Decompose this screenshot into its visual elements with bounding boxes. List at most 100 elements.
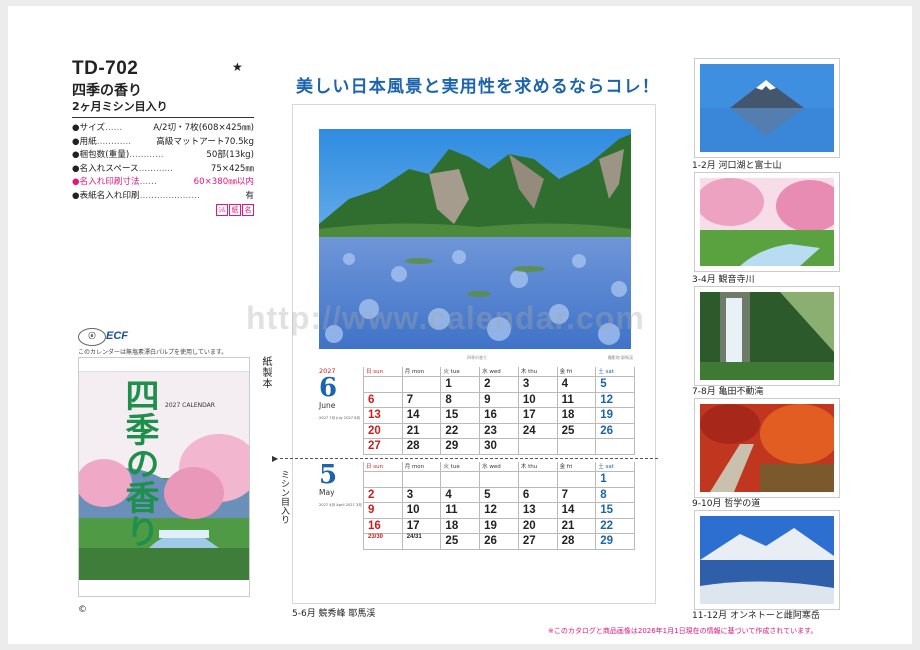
day-cell: 10 bbox=[518, 392, 558, 408]
photo-credit: 撮影地 耶馬渓 bbox=[607, 355, 633, 360]
day-cell: 7 bbox=[557, 487, 597, 503]
autumn-path-photo bbox=[700, 404, 834, 492]
day-cell: 21 bbox=[557, 518, 597, 534]
star-icon: ★ bbox=[232, 60, 243, 74]
day-cell: 9 bbox=[364, 503, 403, 519]
ecf-label: ECF bbox=[106, 330, 128, 342]
mini-calendar-text: 2027 4月 April 2027 3月 bbox=[319, 503, 362, 507]
product-title: 四季の香り bbox=[72, 83, 142, 99]
day-cell: 23 bbox=[480, 423, 519, 439]
paper-mark-icon: 紙 bbox=[229, 204, 241, 216]
day-cell: 15 bbox=[596, 503, 635, 519]
day-cell: 3 bbox=[518, 377, 558, 393]
weekday-header: 火 tue bbox=[441, 462, 481, 472]
headline: 美しい日本風景と実用性を求めるならコレ！ bbox=[296, 77, 660, 97]
day-cell: 13 bbox=[518, 503, 558, 519]
day-cell: 27 bbox=[518, 534, 558, 550]
month-photo-thumb bbox=[694, 286, 840, 386]
weekday-header: 木 thu bbox=[518, 367, 558, 377]
day-cell: 19 bbox=[596, 408, 635, 424]
thumb-caption: 11-12月 オンネトーと雌阿寒岳 bbox=[692, 611, 820, 621]
thumb-caption: 9-10月 哲学の道 bbox=[692, 499, 761, 509]
month-photo-thumb bbox=[694, 398, 840, 498]
thumb-caption: 7-8月 亀田不動滝 bbox=[692, 387, 764, 397]
weekday-header: 金 fri bbox=[557, 367, 597, 377]
day-cell bbox=[480, 472, 519, 488]
onneto-lake-photo bbox=[700, 516, 834, 604]
day-cell bbox=[557, 472, 597, 488]
arrow-right-icon: ▶ bbox=[272, 454, 279, 463]
day-cell: 1 bbox=[596, 472, 635, 488]
perforation-line bbox=[280, 458, 658, 459]
day-cell bbox=[518, 439, 558, 455]
weekday-header: 土 sat bbox=[596, 462, 635, 472]
calendar-center-label: 四季の香り bbox=[467, 355, 487, 360]
day-cell: 2 bbox=[480, 377, 519, 393]
day-cell bbox=[557, 439, 597, 455]
day-cell bbox=[441, 472, 481, 488]
day-cell bbox=[364, 377, 403, 393]
day-cell: 4 bbox=[557, 377, 597, 393]
month-english: May bbox=[319, 488, 335, 497]
day-cell: 30 bbox=[480, 439, 519, 455]
product-subtitle: 2ヶ月ミシン目入り bbox=[72, 100, 168, 113]
day-cell: 11 bbox=[441, 503, 481, 519]
day-cell: 16 bbox=[480, 408, 519, 424]
day-cell: 5 bbox=[480, 487, 519, 503]
name-mark-icon: 名 bbox=[242, 204, 254, 216]
day-cell: 20 bbox=[364, 423, 403, 439]
weekday-header: 水 wed bbox=[480, 462, 519, 472]
day-cell: 9 bbox=[480, 392, 519, 408]
month-english: June bbox=[319, 401, 336, 410]
day-cell: 25 bbox=[557, 423, 597, 439]
day-cell: 19 bbox=[480, 518, 519, 534]
day-cell: 3 bbox=[402, 487, 442, 503]
day-cell bbox=[402, 472, 442, 488]
day-cell: 27 bbox=[364, 439, 403, 455]
thumb-caption: 3-4月 観音寺川 bbox=[692, 275, 755, 285]
day-cell: 17 bbox=[402, 518, 442, 534]
day-cell: 26 bbox=[480, 534, 519, 550]
seal-mark-icon: ｼﾙ bbox=[216, 204, 228, 216]
month-header: 2027 6 June 2027 7月 July 2027 8月 bbox=[319, 367, 369, 421]
weekday-header: 日 sun bbox=[364, 462, 403, 472]
month-grid: 日 sun 月 mon 火 tue 水 wed 木 thu 金 fri 土 sat 1 2 3 4 5… bbox=[363, 462, 635, 550]
calendar-cover-thumbnail: 四季の香り 2027 CALENDAR bbox=[78, 357, 250, 597]
day-cell: 5 bbox=[596, 377, 635, 393]
day-cell: 13 bbox=[364, 408, 403, 424]
day-cell: 8 bbox=[596, 487, 635, 503]
spec-item: ●表紙名入れ印刷………………… 有 bbox=[72, 190, 254, 201]
month-number: 5 bbox=[319, 460, 338, 490]
cover-calendar-label: 2027 CALENDAR bbox=[165, 402, 215, 409]
footnote: ※このカタログと商品画像は2026年1月1日現在の情報に基づいて作成されています… bbox=[548, 627, 818, 635]
cover-footer bbox=[79, 580, 249, 596]
divider bbox=[72, 117, 254, 118]
day-cell: 2 bbox=[364, 487, 403, 503]
ecf-note: このカレンダーは無塩素漂白パルプを使用しています。 bbox=[78, 349, 228, 356]
calendar-caption: 5-6月 競秀峰 耶馬渓 bbox=[292, 609, 376, 619]
day-cell bbox=[596, 439, 635, 455]
thumb-caption: 1-2月 河口湖と富士山 bbox=[692, 161, 782, 171]
day-cell: 25 bbox=[441, 534, 481, 550]
weekday-header: 金 fri bbox=[557, 462, 597, 472]
day-cell: 24/31 bbox=[402, 534, 442, 550]
day-cell: 23/30 bbox=[364, 534, 403, 550]
mini-calendar-text: 2027 7月 July 2027 8月 bbox=[319, 416, 361, 420]
weekday-header: 火 tue bbox=[441, 367, 481, 377]
spec-item-highlight: ●名入れ印刷寸法…… 60×380㎜以内 bbox=[72, 177, 254, 187]
watermark: http://www.calendar.com bbox=[246, 300, 645, 336]
day-cell: 6 bbox=[518, 487, 558, 503]
day-cell bbox=[364, 472, 403, 488]
day-cell: 12 bbox=[480, 503, 519, 519]
day-cell: 28 bbox=[402, 439, 442, 455]
photo-caption-row: 四季の香り 撮影地 耶馬渓 bbox=[317, 355, 633, 361]
day-cell: 20 bbox=[518, 518, 558, 534]
day-cell: 16 bbox=[364, 518, 403, 534]
paper-binding-label: 紙製本 bbox=[260, 356, 271, 389]
day-cell: 22 bbox=[596, 518, 635, 534]
day-cell: 24 bbox=[518, 423, 558, 439]
day-cell bbox=[518, 472, 558, 488]
month-header: 5 May 2027 4月 April 2027 3月 bbox=[319, 462, 369, 508]
ecf-logo-icon: ⓔ bbox=[78, 328, 106, 346]
day-cell: 15 bbox=[441, 408, 481, 424]
